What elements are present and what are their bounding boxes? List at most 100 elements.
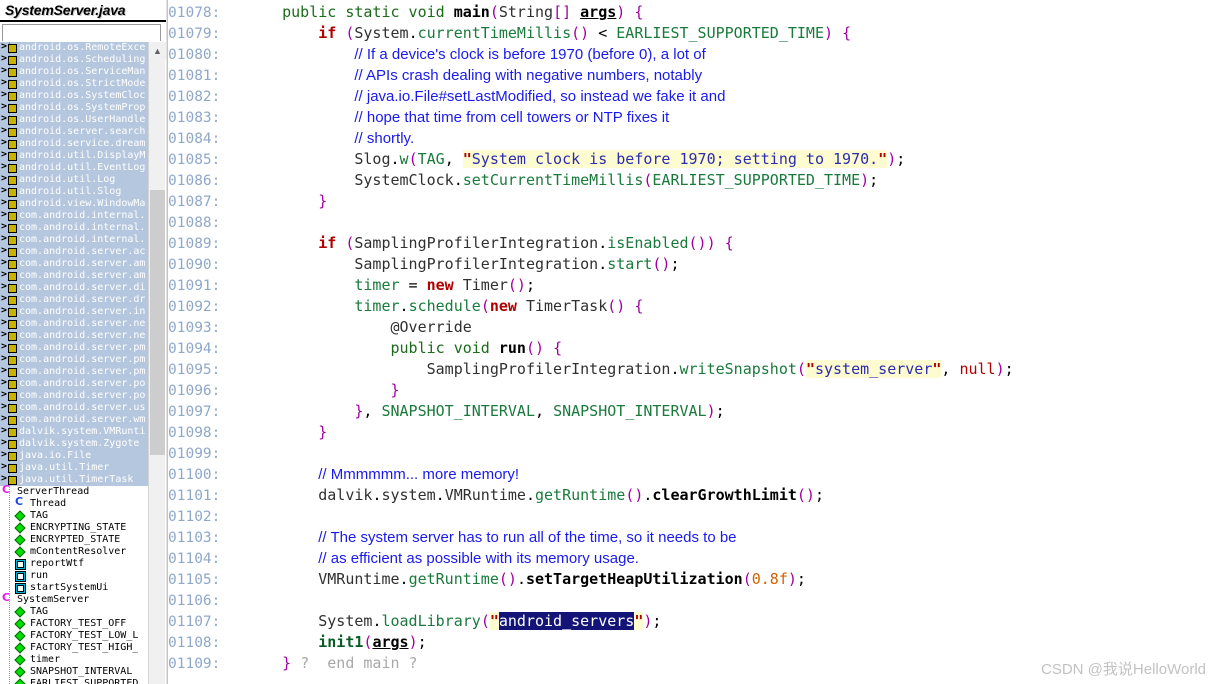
code-line[interactable]: 01091: timer = new Timer(); bbox=[168, 275, 1214, 296]
outline-search-box[interactable] bbox=[2, 24, 161, 43]
outline-item-android-os-remoteexce[interactable]: android.os.RemoteExce bbox=[0, 42, 148, 54]
outline-item-com-android-server-dr[interactable]: com.android.server.dr bbox=[0, 293, 148, 306]
outline-item-factory-test-low-l[interactable]: FACTORY_TEST_LOW_L bbox=[0, 630, 148, 642]
outline-item-com-android-internal[interactable]: com.android.internal. bbox=[0, 209, 148, 222]
outline-item-android-view-windowma[interactable]: android.view.WindowMa bbox=[0, 197, 148, 210]
code-text[interactable]: } ? end main ? bbox=[246, 654, 417, 672]
code-line[interactable]: 01105: VMRuntime.getRuntime().setTargetH… bbox=[168, 569, 1214, 590]
outline-item-com-android-server-pm[interactable]: com.android.server.pm bbox=[0, 341, 148, 354]
outline-tree[interactable]: android.os.RemoteExceandroid.os.Scheduli… bbox=[0, 42, 148, 684]
code-text[interactable]: // as efficient as possible with its mem… bbox=[246, 549, 639, 567]
outline-item-startsystemui[interactable]: startSystemUi bbox=[0, 582, 148, 594]
code-text[interactable]: }, SNAPSHOT_INTERVAL, SNAPSHOT_INTERVAL)… bbox=[246, 402, 724, 420]
outline-item-com-android-internal[interactable]: com.android.internal. bbox=[0, 221, 148, 234]
outline-item-com-android-server-ne[interactable]: com.android.server.ne bbox=[0, 317, 148, 330]
outline-item-android-util-eventlog[interactable]: android.util.EventLog bbox=[0, 161, 148, 174]
code-line[interactable]: 01085: Slog.w(TAG, "System clock is befo… bbox=[168, 149, 1214, 170]
code-text[interactable]: // If a device's clock is before 1970 (b… bbox=[246, 45, 705, 63]
code-lines[interactable]: 01078: public static void main(String[] … bbox=[168, 0, 1214, 674]
code-line[interactable]: 01078: public static void main(String[] … bbox=[168, 2, 1214, 23]
outline-item-com-android-server-po[interactable]: com.android.server.po bbox=[0, 389, 148, 402]
outline-item-run[interactable]: run bbox=[0, 570, 148, 582]
code-line[interactable]: 01083: // hope that time from cell tower… bbox=[168, 107, 1214, 128]
code-line[interactable]: 01099: bbox=[168, 443, 1214, 464]
code-text[interactable]: Slog.w(TAG, "System clock is before 1970… bbox=[246, 150, 905, 168]
code-text[interactable]: timer = new Timer(); bbox=[246, 276, 535, 294]
code-line[interactable]: 01081: // APIs crash dealing with negati… bbox=[168, 65, 1214, 86]
code-line[interactable]: 01103: // The system server has to run a… bbox=[168, 527, 1214, 548]
code-text[interactable]: } bbox=[246, 381, 400, 399]
code-text[interactable]: @Override bbox=[246, 318, 472, 336]
outline-item-systemserver[interactable]: SystemServer bbox=[0, 592, 148, 606]
outline-item-com-android-server-po[interactable]: com.android.server.po bbox=[0, 377, 148, 390]
code-line[interactable]: 01106: bbox=[168, 590, 1214, 611]
code-line[interactable]: 01087: } bbox=[168, 191, 1214, 212]
outline-item-snapshot-interval[interactable]: SNAPSHOT_INTERVAL bbox=[0, 666, 148, 678]
outline-item-java-util-timer[interactable]: java.util.Timer bbox=[0, 461, 148, 474]
outline-item-mcontentresolver[interactable]: mContentResolver bbox=[0, 546, 148, 558]
outline-item-dalvik-system-zygote[interactable]: dalvik.system.Zygote bbox=[0, 437, 148, 450]
code-line[interactable]: 01082: // java.io.File#setLastModified, … bbox=[168, 86, 1214, 107]
code-line[interactable]: 01108: init1(args); bbox=[168, 632, 1214, 653]
code-text[interactable]: public void run() { bbox=[246, 339, 563, 357]
outline-scrollbar[interactable]: ▲ bbox=[148, 42, 166, 684]
code-text[interactable]: // Mmmmmm... more memory! bbox=[246, 465, 519, 483]
code-text[interactable]: SystemClock.setCurrentTimeMillis(EARLIES… bbox=[246, 171, 878, 189]
code-text[interactable]: timer.schedule(new TimerTask() { bbox=[246, 297, 643, 315]
outline-item-factory-test-off[interactable]: FACTORY_TEST_OFF bbox=[0, 618, 148, 630]
code-text[interactable]: System.loadLibrary("android_servers"); bbox=[246, 612, 661, 630]
outline-item-android-os-strictmode[interactable]: android.os.StrictMode bbox=[0, 77, 148, 90]
outline-item-com-android-server-pm[interactable]: com.android.server.pm bbox=[0, 353, 148, 366]
outline-item-android-server-search[interactable]: android.server.search bbox=[0, 125, 148, 138]
code-text[interactable]: // APIs crash dealing with negative numb… bbox=[246, 66, 702, 84]
code-text[interactable]: VMRuntime.getRuntime().setTargetHeapUtil… bbox=[246, 570, 806, 588]
code-text[interactable]: if (System.currentTimeMillis() < EARLIES… bbox=[246, 24, 851, 42]
outline-item-encrypted-state[interactable]: ENCRYPTED_STATE bbox=[0, 534, 148, 546]
file-tab[interactable]: SystemServer.java bbox=[0, 0, 166, 22]
outline-item-com-android-server-am[interactable]: com.android.server.am bbox=[0, 257, 148, 270]
outline-item-com-android-server-am[interactable]: com.android.server.am bbox=[0, 269, 148, 282]
code-line[interactable]: 01094: public void run() { bbox=[168, 338, 1214, 359]
outline-item-android-os-serviceman[interactable]: android.os.ServiceMan bbox=[0, 65, 148, 78]
code-line[interactable]: 01090: SamplingProfilerIntegration.start… bbox=[168, 254, 1214, 275]
code-line[interactable]: 01092: timer.schedule(new TimerTask() { bbox=[168, 296, 1214, 317]
outline-item-android-util-displaym[interactable]: android.util.DisplayM bbox=[0, 149, 148, 162]
outline-item-thread[interactable]: Thread bbox=[0, 496, 148, 510]
code-line[interactable]: 01095: SamplingProfilerIntegration.write… bbox=[168, 359, 1214, 380]
code-text[interactable]: // The system server has to run all of t… bbox=[246, 528, 736, 546]
scrollbar-thumb[interactable] bbox=[150, 190, 165, 455]
outline-item-com-android-server-us[interactable]: com.android.server.us bbox=[0, 401, 148, 414]
code-line[interactable]: 01107: System.loadLibrary("android_serve… bbox=[168, 611, 1214, 632]
outline-item-java-io-file[interactable]: java.io.File bbox=[0, 449, 148, 462]
outline-item-android-os-scheduling[interactable]: android.os.Scheduling bbox=[0, 53, 148, 66]
outline-item-encrypting-state[interactable]: ENCRYPTING_STATE bbox=[0, 522, 148, 534]
code-line[interactable]: 01086: SystemClock.setCurrentTimeMillis(… bbox=[168, 170, 1214, 191]
code-line[interactable]: 01097: }, SNAPSHOT_INTERVAL, SNAPSHOT_IN… bbox=[168, 401, 1214, 422]
code-line[interactable]: 01100: // Mmmmmm... more memory! bbox=[168, 464, 1214, 485]
code-text[interactable]: init1(args); bbox=[246, 633, 426, 651]
outline-item-tag[interactable]: TAG bbox=[0, 606, 148, 618]
outline-item-android-util-slog[interactable]: android.util.Slog bbox=[0, 185, 148, 198]
code-line[interactable]: 01104: // as efficient as possible with … bbox=[168, 548, 1214, 569]
code-text[interactable]: if (SamplingProfilerIntegration.isEnable… bbox=[246, 234, 733, 252]
code-editor[interactable]: 01078: public static void main(String[] … bbox=[167, 0, 1214, 684]
outline-item-timer[interactable]: timer bbox=[0, 654, 148, 666]
code-line[interactable]: 01101: dalvik.system.VMRuntime.getRuntim… bbox=[168, 485, 1214, 506]
code-line[interactable]: 01098: } bbox=[168, 422, 1214, 443]
outline-item-com-android-server-pm[interactable]: com.android.server.pm bbox=[0, 365, 148, 378]
outline-item-tag[interactable]: TAG bbox=[0, 510, 148, 522]
code-text[interactable]: } bbox=[246, 423, 327, 441]
code-line[interactable]: 01102: bbox=[168, 506, 1214, 527]
code-line[interactable]: 01084: // shortly. bbox=[168, 128, 1214, 149]
code-line[interactable]: 01093: @Override bbox=[168, 317, 1214, 338]
outline-item-android-os-systemprop[interactable]: android.os.SystemProp bbox=[0, 101, 148, 114]
code-text[interactable]: SamplingProfilerIntegration.start(); bbox=[246, 255, 679, 273]
search-input[interactable] bbox=[3, 27, 160, 43]
outline-item-com-android-server-ne[interactable]: com.android.server.ne bbox=[0, 329, 148, 342]
outline-item-java-util-timertask[interactable]: java.util.TimerTask bbox=[0, 473, 148, 486]
outline-item-earliest-supported[interactable]: EARLIEST_SUPPORTED bbox=[0, 678, 148, 684]
outline-item-dalvik-system-vmrunti[interactable]: dalvik.system.VMRunti bbox=[0, 425, 148, 438]
code-text[interactable]: dalvik.system.VMRuntime.getRuntime().cle… bbox=[246, 486, 824, 504]
outline-item-android-util-log[interactable]: android.util.Log bbox=[0, 173, 148, 186]
code-line[interactable]: 01080: // If a device's clock is before … bbox=[168, 44, 1214, 65]
